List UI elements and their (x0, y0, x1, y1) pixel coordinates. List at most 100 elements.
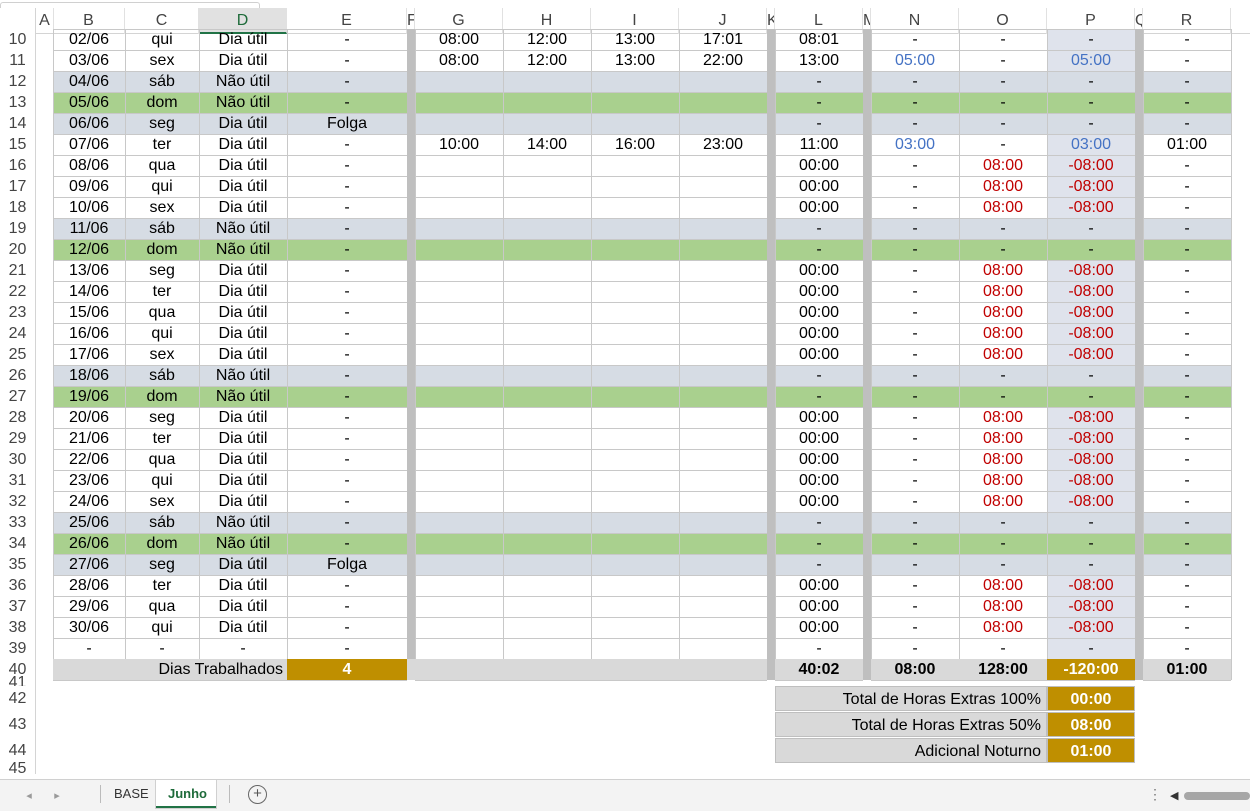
weekday-cell[interactable]: qua (125, 449, 199, 470)
time-punch-cell[interactable]: 14:00 (503, 134, 591, 155)
night-hours-cell[interactable]: - (1143, 323, 1231, 344)
night-hours-cell[interactable]: - (1143, 365, 1231, 386)
balance-cell[interactable]: -08:00 (1047, 491, 1135, 512)
time-punch-cell[interactable]: 13:00 (591, 29, 679, 50)
weekday-cell[interactable]: ter (125, 428, 199, 449)
night-hours-cell[interactable]: - (1143, 449, 1231, 470)
day-type-cell[interactable]: Não útil (199, 92, 287, 113)
night-hours-cell[interactable]: - (1143, 386, 1231, 407)
extra-hours-cell[interactable]: - (871, 176, 959, 197)
night-hours-cell[interactable]: - (1143, 92, 1231, 113)
weekday-cell[interactable]: sex (125, 197, 199, 218)
weekday-cell[interactable]: qui (125, 470, 199, 491)
night-hours-cell[interactable]: - (1143, 71, 1231, 92)
note-cell[interactable]: - (287, 176, 407, 197)
missing-hours-cell[interactable]: 08:00 (959, 155, 1047, 176)
weekday-cell[interactable]: dom (125, 533, 199, 554)
date-cell[interactable]: 14/06 (53, 281, 125, 302)
date-cell[interactable]: 21/06 (53, 428, 125, 449)
night-hours-cell[interactable]: 01:00 (1143, 134, 1231, 155)
missing-hours-cell[interactable]: - (959, 638, 1047, 659)
summary-label[interactable]: Total de Horas Extras 50% (775, 712, 1047, 737)
summary-value[interactable]: 01:00 (1047, 738, 1135, 763)
night-hours-cell[interactable]: - (1143, 533, 1231, 554)
night-hours-cell[interactable]: - (1143, 596, 1231, 617)
row-header[interactable]: 13 (0, 92, 36, 113)
row-header[interactable]: 22 (0, 281, 36, 302)
weekday-cell[interactable]: ter (125, 281, 199, 302)
date-cell[interactable]: 04/06 (53, 71, 125, 92)
spreadsheet-grid[interactable]: ABCDEFGHIJKLMNOPQR 1002/06quiDia útil-08… (0, 0, 1250, 779)
night-hours-cell[interactable]: - (1143, 218, 1231, 239)
note-cell[interactable]: - (287, 302, 407, 323)
worked-hours-cell[interactable]: 00:00 (775, 596, 863, 617)
balance-cell[interactable]: 03:00 (1047, 134, 1135, 155)
weekday-cell[interactable]: sáb (125, 71, 199, 92)
worked-hours-cell[interactable]: 11:00 (775, 134, 863, 155)
extra-hours-cell[interactable]: 03:00 (871, 134, 959, 155)
row-header[interactable]: 27 (0, 386, 36, 407)
date-cell[interactable]: 28/06 (53, 575, 125, 596)
balance-cell[interactable]: - (1047, 218, 1135, 239)
missing-hours-cell[interactable]: 08:00 (959, 281, 1047, 302)
row-header[interactable]: 21 (0, 260, 36, 281)
row-header[interactable]: 11 (0, 50, 36, 71)
day-type-cell[interactable]: Dia útil (199, 554, 287, 575)
row-header[interactable]: 37 (0, 596, 36, 617)
day-type-cell[interactable]: Dia útil (199, 155, 287, 176)
note-cell[interactable]: - (287, 92, 407, 113)
row-header[interactable]: 15 (0, 134, 36, 155)
missing-hours-cell[interactable]: 08:00 (959, 344, 1047, 365)
night-hours-cell[interactable]: - (1143, 176, 1231, 197)
total-missing[interactable]: 128:00 (959, 659, 1047, 680)
day-type-cell[interactable]: Dia útil (199, 617, 287, 638)
day-type-cell[interactable]: Dia útil (199, 302, 287, 323)
night-hours-cell[interactable]: - (1143, 638, 1231, 659)
row-header[interactable]: 10 (0, 29, 36, 50)
worked-hours-cell[interactable]: 00:00 (775, 155, 863, 176)
night-hours-cell[interactable]: - (1143, 260, 1231, 281)
row-header[interactable]: 17 (0, 176, 36, 197)
worked-hours-cell[interactable]: - (775, 71, 863, 92)
time-punch-cell[interactable]: 16:00 (591, 134, 679, 155)
worked-hours-cell[interactable]: - (775, 239, 863, 260)
missing-hours-cell[interactable]: 08:00 (959, 176, 1047, 197)
extra-hours-cell[interactable]: - (871, 323, 959, 344)
weekday-cell[interactable]: sáb (125, 218, 199, 239)
worked-hours-cell[interactable]: 08:01 (775, 29, 863, 50)
weekday-cell[interactable]: qua (125, 596, 199, 617)
total-extra[interactable]: 08:00 (871, 659, 959, 680)
weekday-cell[interactable]: qua (125, 155, 199, 176)
note-cell[interactable]: - (287, 596, 407, 617)
day-type-cell[interactable]: Dia útil (199, 470, 287, 491)
balance-cell[interactable]: -08:00 (1047, 428, 1135, 449)
note-cell[interactable]: - (287, 407, 407, 428)
balance-cell[interactable]: -08:00 (1047, 449, 1135, 470)
row-header[interactable]: 25 (0, 344, 36, 365)
day-type-cell[interactable]: Não útil (199, 386, 287, 407)
summary-value[interactable]: 00:00 (1047, 686, 1135, 711)
worked-hours-cell[interactable]: - (775, 512, 863, 533)
date-cell[interactable]: 08/06 (53, 155, 125, 176)
row-header[interactable]: 30 (0, 449, 36, 470)
extra-hours-cell[interactable]: - (871, 365, 959, 386)
time-punch-cell[interactable]: 12:00 (503, 29, 591, 50)
day-type-cell[interactable]: Dia útil (199, 596, 287, 617)
total-label[interactable]: Dias Trabalhados (53, 659, 287, 680)
row-header[interactable]: 16 (0, 155, 36, 176)
balance-cell[interactable]: -08:00 (1047, 596, 1135, 617)
extra-hours-cell[interactable]: - (871, 491, 959, 512)
worked-hours-cell[interactable]: 00:00 (775, 617, 863, 638)
day-type-cell[interactable]: Dia útil (199, 260, 287, 281)
date-cell[interactable]: 30/06 (53, 617, 125, 638)
missing-hours-cell[interactable]: - (959, 512, 1047, 533)
missing-hours-cell[interactable]: 08:00 (959, 596, 1047, 617)
worked-hours-cell[interactable]: - (775, 92, 863, 113)
missing-hours-cell[interactable]: - (959, 533, 1047, 554)
worked-hours-cell[interactable]: - (775, 638, 863, 659)
balance-cell[interactable]: -08:00 (1047, 617, 1135, 638)
time-punch-cell[interactable]: 22:00 (679, 50, 767, 71)
date-cell[interactable]: 13/06 (53, 260, 125, 281)
weekday-cell[interactable]: qui (125, 176, 199, 197)
date-cell[interactable]: - (53, 638, 125, 659)
